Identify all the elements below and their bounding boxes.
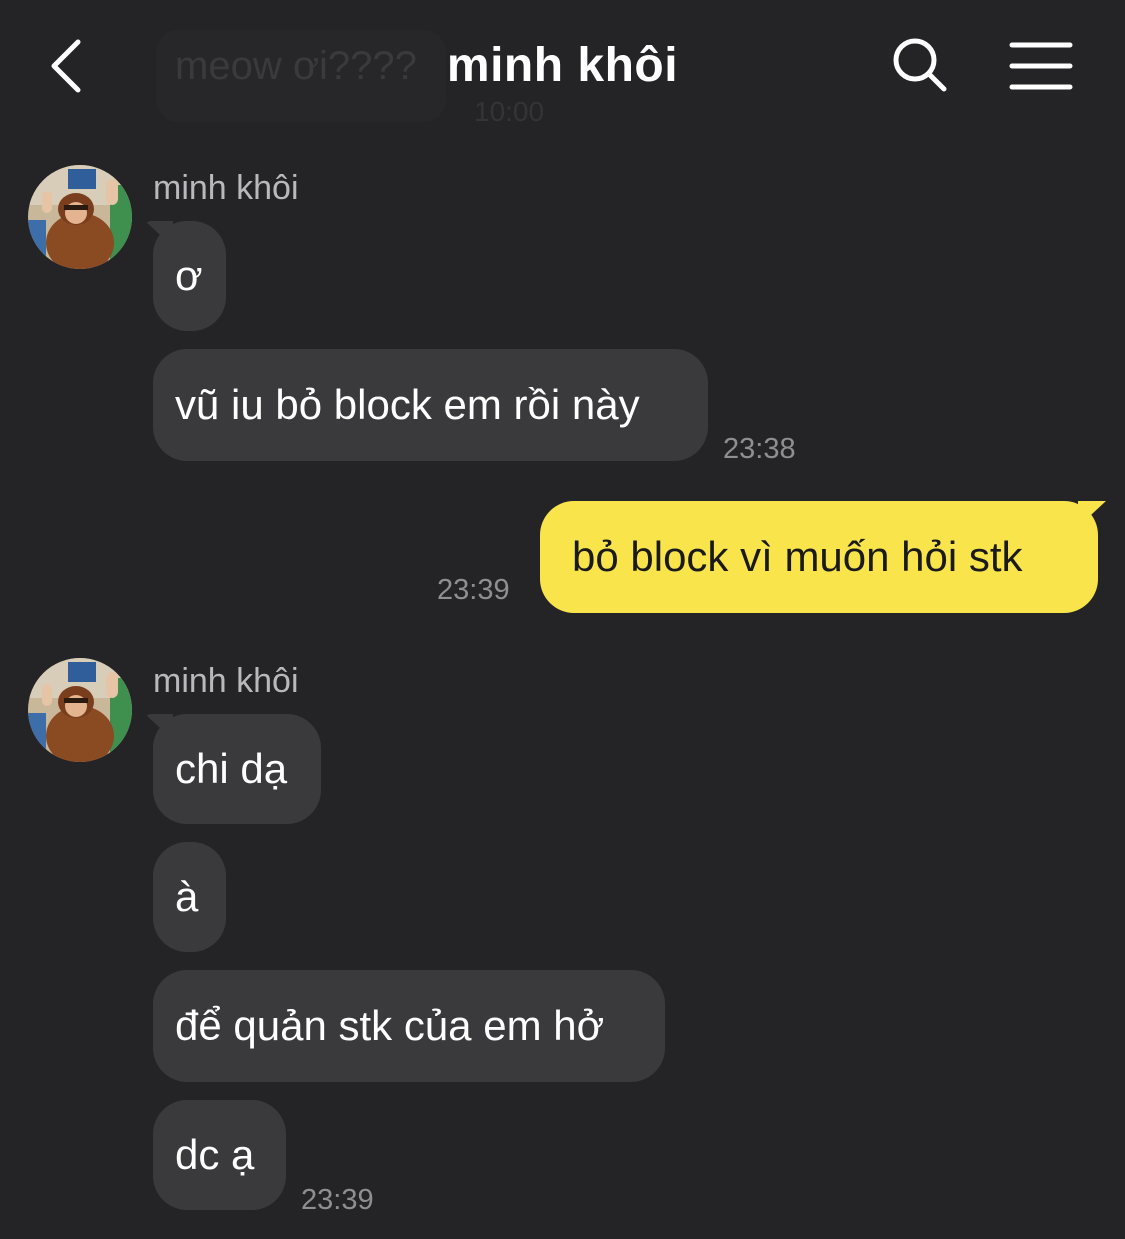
- search-button[interactable]: [880, 30, 960, 102]
- chat-screen: meow ơi???? 10:00 minh khôi minh khôi ơ …: [0, 0, 1125, 1239]
- message-text: vũ iu bỏ block em rồi này: [175, 381, 640, 428]
- my-message-bubble[interactable]: bỏ block vì muốn hỏi stk: [540, 501, 1098, 613]
- message-bubble[interactable]: chi dạ: [153, 714, 321, 824]
- menu-icon: [1009, 42, 1073, 90]
- message-text: à: [175, 873, 199, 920]
- message-bubble[interactable]: để quản stk của em hở: [153, 970, 665, 1082]
- sender-name: minh khôi: [153, 169, 299, 207]
- message-bubble[interactable]: ơ: [153, 221, 226, 331]
- message-time: 23:39: [301, 1184, 374, 1216]
- avatar-photo: [28, 658, 132, 762]
- message-time: 23:39: [437, 574, 510, 606]
- message-text: bỏ block vì muốn hỏi stk: [572, 533, 1023, 580]
- menu-button[interactable]: [1000, 30, 1082, 102]
- message-text: ơ: [175, 252, 203, 299]
- chat-header: meow ơi???? 10:00 minh khôi: [0, 0, 1125, 135]
- scrolled-message-time: 10:00: [474, 96, 545, 127]
- sender-name: minh khôi: [153, 662, 299, 700]
- message-bubble[interactable]: à: [153, 842, 226, 952]
- search-icon: [893, 38, 947, 92]
- message-bubble[interactable]: vũ iu bỏ block em rồi này: [153, 349, 708, 461]
- message-time: 23:38: [723, 433, 796, 465]
- avatar-photo: [28, 165, 132, 269]
- message-text: để quản stk của em hở: [175, 1002, 605, 1049]
- avatar[interactable]: [28, 658, 132, 762]
- message-bubble[interactable]: dc ạ: [153, 1100, 286, 1210]
- message-text: chi dạ: [175, 745, 288, 792]
- avatar[interactable]: [28, 165, 132, 269]
- message-text: dc ạ: [175, 1131, 255, 1178]
